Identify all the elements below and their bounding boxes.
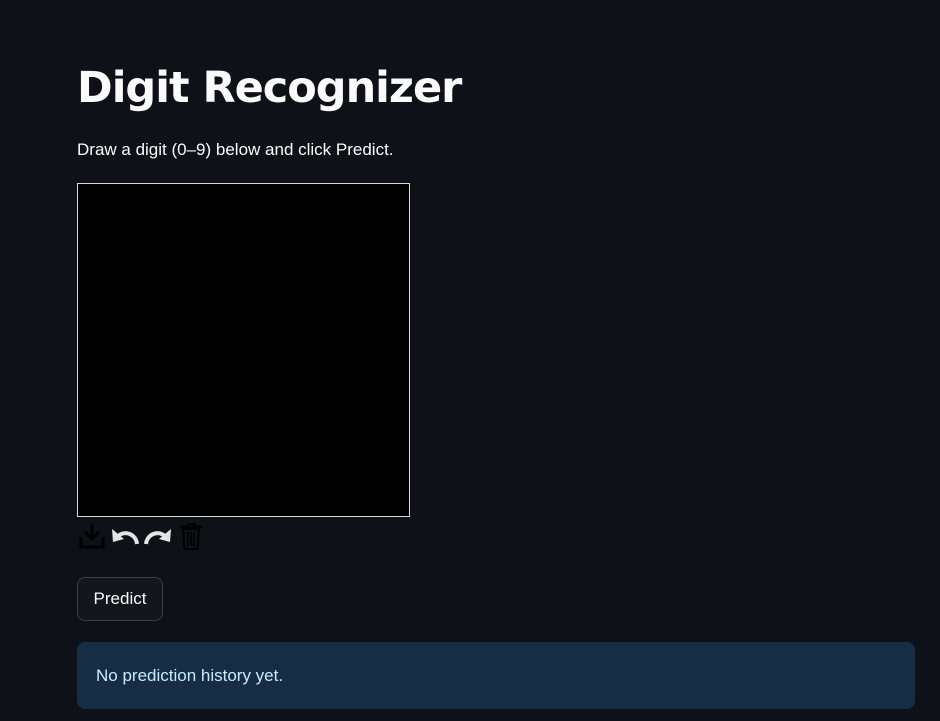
- drawing-canvas[interactable]: [77, 183, 410, 517]
- canvas-toolbar: [77, 520, 206, 552]
- download-icon: [79, 523, 105, 549]
- clear-button[interactable]: [176, 520, 206, 552]
- page-subtitle: Draw a digit (0–9) below and click Predi…: [77, 140, 394, 159]
- prediction-history-info: No prediction history yet.: [77, 642, 915, 709]
- undo-button[interactable]: [110, 520, 140, 552]
- trash-icon: [180, 523, 202, 550]
- undo-icon: [112, 529, 139, 545]
- page-title: Digit Recognizer: [77, 63, 462, 113]
- app-page: Digit Recognizer Draw a digit (0–9) belo…: [0, 0, 940, 721]
- download-button[interactable]: [77, 520, 107, 552]
- redo-button[interactable]: [143, 520, 173, 552]
- history-message: No prediction history yet.: [96, 665, 284, 685]
- predict-button[interactable]: Predict: [77, 577, 163, 621]
- redo-icon: [144, 529, 171, 545]
